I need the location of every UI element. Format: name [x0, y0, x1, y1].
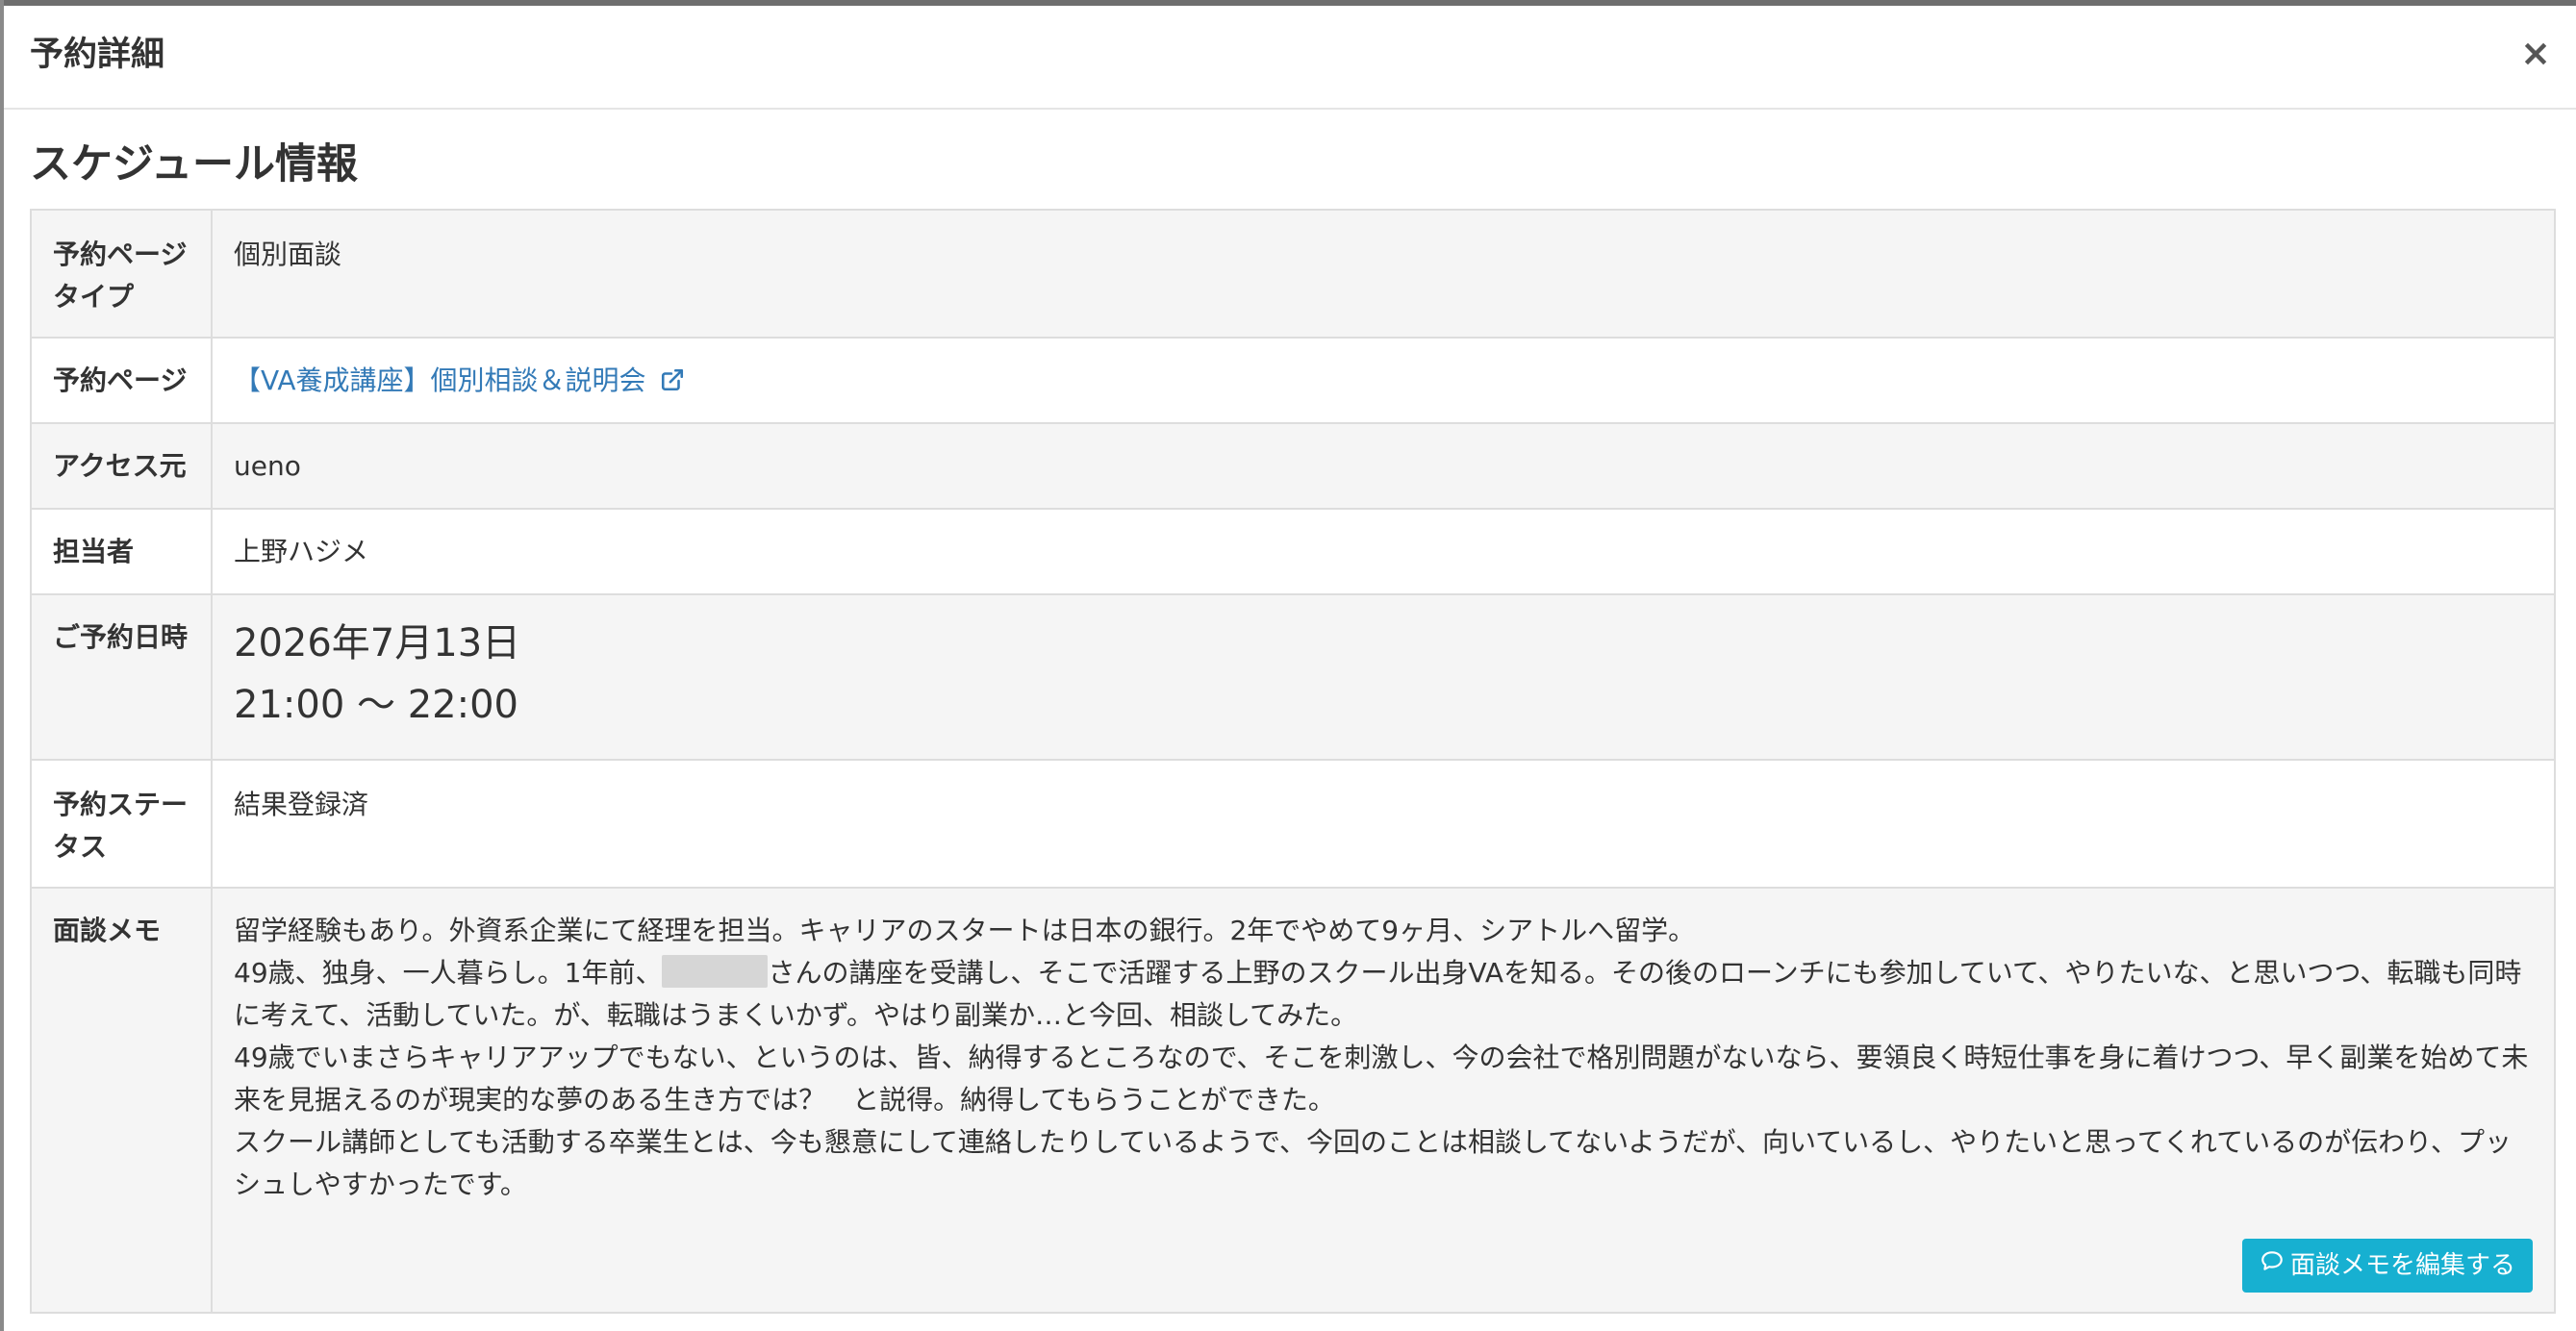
- modal-header: 予約詳細 ×: [4, 6, 2576, 110]
- schedule-info-table: 予約ページタイプ 個別面談 予約ページ 【VA養成講座】個別相談＆説明会 アクセ…: [30, 209, 2556, 1314]
- reservation-date: 2026年7月13日: [234, 621, 521, 666]
- row-value: ueno: [234, 450, 301, 482]
- redacted-name: [662, 955, 769, 988]
- table-row-access: アクセス元 ueno: [32, 424, 2554, 510]
- edit-memo-button[interactable]: 面談メモを編集する: [2241, 1239, 2533, 1293]
- reservation-time: 21:00 〜 22:00: [234, 683, 518, 727]
- row-value: 個別面談: [234, 239, 342, 270]
- table-row-memo: 面談メモ 留学経験もあり。外資系企業にて経理を担当。キャリアのスタートは日本の銀…: [32, 889, 2554, 1312]
- table-row-page: 予約ページ 【VA養成講座】個別相談＆説明会: [32, 339, 2554, 424]
- row-value: 上野ハジメ: [234, 536, 369, 567]
- modal-title: 予約詳細: [30, 36, 165, 74]
- row-label: ご予約日時: [32, 595, 213, 759]
- table-row-datetime: ご予約日時 2026年7月13日 21:00 〜 22:00: [32, 595, 2554, 761]
- memo-line: スクール講師としても活動する卒業生とは、今も懇意にして連絡したりしているようで、…: [234, 1126, 2512, 1200]
- table-row-page-type: 予約ページタイプ 個別面談: [32, 211, 2554, 339]
- close-button[interactable]: ×: [2520, 35, 2551, 71]
- row-label: 予約ページタイプ: [32, 211, 213, 337]
- table-row-staff: 担当者 上野ハジメ: [32, 510, 2554, 595]
- reservation-page-link-text: 【VA養成講座】個別相談＆説明会: [234, 364, 646, 396]
- comment-icon: [2260, 1246, 2285, 1285]
- row-value: 2026年7月13日 21:00 〜 22:00: [213, 595, 2554, 759]
- memo-line: 留学経験もあり。外資系企業にて経理を担当。キャリアのスタートは日本の銀行。2年で…: [234, 915, 1696, 946]
- table-row-status: 予約ステータス 結果登録済: [32, 761, 2554, 889]
- row-label: 予約ページ: [32, 339, 213, 422]
- memo-content: 留学経験もあり。外資系企業にて経理を担当。キャリアのスタートは日本の銀行。2年で…: [213, 889, 2554, 1312]
- edit-memo-label: 面談メモを編集する: [2289, 1251, 2515, 1280]
- memo-text: 49歳、独身、一人暮らし。1年前、: [234, 957, 663, 989]
- row-label: 担当者: [32, 510, 213, 593]
- row-value: 結果登録済: [234, 789, 369, 820]
- row-label: 面談メモ: [32, 889, 213, 1312]
- external-link-icon: [660, 363, 685, 405]
- section-title: スケジュール情報: [30, 140, 358, 188]
- reservation-page-link[interactable]: 【VA養成講座】個別相談＆説明会: [234, 364, 685, 396]
- memo-line: 49歳、独身、一人暮らし。1年前、 さんの講座を受講し、そこで活躍する上野のスクー…: [234, 952, 2533, 1037]
- row-value: 【VA養成講座】個別相談＆説明会: [213, 339, 2554, 422]
- memo-line: 49歳でいまさらキャリアアップでもない、というのは、皆、納得するところなので、そ…: [234, 1042, 2529, 1116]
- reservation-detail-modal: 予約詳細 × スケジュール情報 予約ページタイプ 個別面談 予約ページ 【VA養…: [4, 6, 2576, 1331]
- row-label: 予約ステータス: [32, 761, 213, 887]
- row-label: アクセス元: [32, 424, 213, 508]
